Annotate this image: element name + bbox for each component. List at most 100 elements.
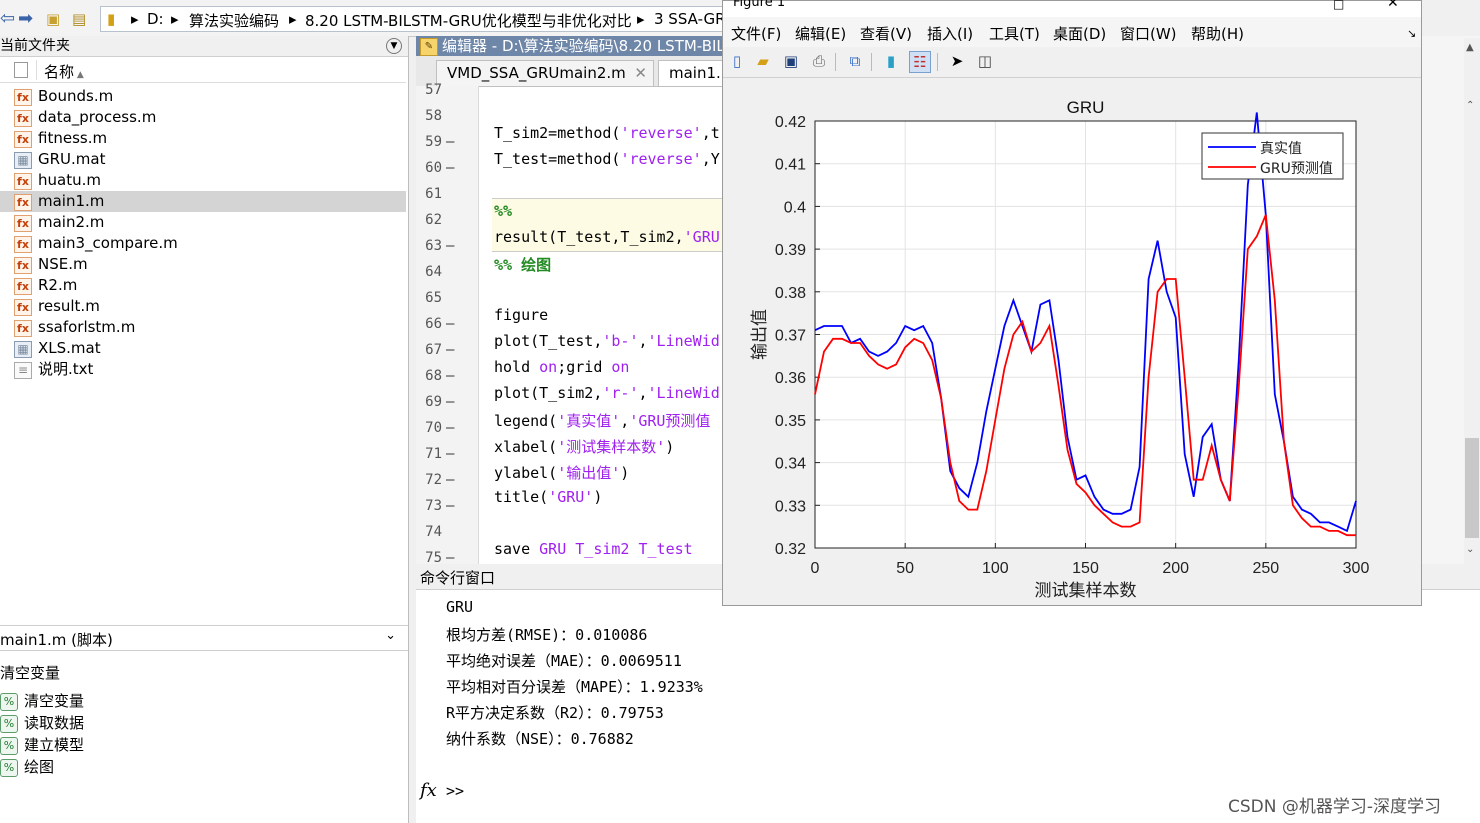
breakpoint-marker[interactable]: — — [446, 238, 454, 254]
line-chart[interactable]: 0.32 0.33 0.34 0.35 0.36 0.37 0.38 0.39 0.4 0.41 0… — [723, 77, 1421, 605]
breakpoint-marker[interactable]: — — [446, 160, 454, 176]
scroll-up-icon[interactable]: ▲ — [1466, 42, 1474, 53]
column-name-header[interactable]: 名称 ▲ — [44, 61, 84, 82]
line-number: 72 — [425, 472, 442, 488]
path-segment[interactable]: 8.20 LSTM-BILSTM-GRU优化模型与非优化对比 — [305, 10, 632, 31]
colorbar-icon[interactable]: ▮ — [881, 51, 901, 71]
breakpoint-marker[interactable]: — — [446, 420, 454, 436]
up-folder-icon[interactable]: ▣ — [46, 10, 60, 28]
menu-insert[interactable]: 插入(I) — [927, 23, 973, 44]
editor-scrollbar[interactable]: ▲ ⌃ ⌄ — [1422, 36, 1480, 564]
file-row[interactable]: ▦ XLS.mat — [0, 338, 406, 359]
breakpoint-marker[interactable]: — — [446, 316, 454, 332]
m-file-icon: fx — [14, 110, 32, 127]
tab-vmd-ssa-grumain2[interactable]: VMD_SSA_GRUmain2.m ✕ — [436, 60, 654, 86]
breakpoint-marker[interactable]: — — [446, 498, 454, 514]
section-label: 读取数据 — [24, 714, 85, 732]
command-output-line: 平均绝对误差（MAE）：0.0069511 — [446, 652, 682, 670]
file-row[interactable]: fx main1.m — [0, 191, 406, 212]
y-tick-label: 0.37 — [775, 328, 806, 345]
menu-help[interactable]: 帮助(H) — [1191, 23, 1244, 44]
panel-menu-icon[interactable]: ▼ — [386, 38, 402, 54]
menu-file[interactable]: 文件(F) — [731, 23, 781, 44]
scroll-up-icon[interactable]: ⌃ — [1466, 100, 1474, 111]
menu-tools[interactable]: 工具(T) — [989, 23, 1040, 44]
section-item[interactable]: % 绘图 — [0, 756, 400, 778]
file-row[interactable]: fx Bounds.m — [0, 86, 406, 107]
file-header-icon — [14, 62, 28, 78]
menu-view[interactable]: 查看(V) — [860, 23, 912, 44]
menu-edit[interactable]: 编辑(E) — [795, 23, 846, 44]
file-row[interactable]: fx ssaforlstm.m — [0, 317, 406, 338]
details-header[interactable]: main1.m (脚本) ⌄ — [0, 625, 408, 651]
line-number: 62 — [425, 212, 442, 228]
back-arrow-icon[interactable]: ⇦ — [0, 8, 15, 29]
file-row[interactable]: ≡ 说明.txt — [0, 359, 406, 380]
legend-toggle-icon[interactable]: ☷ — [909, 51, 931, 73]
y-tick-label: 0.32 — [775, 541, 806, 558]
section-icon: % — [0, 759, 18, 777]
line-number: 61 — [425, 186, 442, 202]
chevron-down-icon[interactable]: ⌄ — [385, 628, 396, 643]
breakpoint-marker[interactable]: — — [446, 134, 454, 150]
new-file-icon[interactable]: ▯ — [727, 51, 747, 71]
section-label: 建立模型 — [24, 736, 85, 754]
forward-arrow-icon[interactable]: ➡ — [18, 8, 33, 29]
section-item[interactable]: % 清空变量 — [0, 690, 400, 712]
file-row[interactable]: ▦ GRU.mat — [0, 149, 406, 170]
breakpoint-marker[interactable]: — — [446, 342, 454, 358]
file-row[interactable]: fx NSE.m — [0, 254, 406, 275]
property-icon[interactable]: ◫ — [975, 51, 995, 71]
address-bar[interactable]: ▮ ▸ D: ▸ 算法实验编码 ▸ 8.20 LSTM-BILSTM-GRU优化… — [100, 6, 726, 32]
path-separator: ▸ — [171, 10, 179, 28]
figure-window: Figure 1 □ ✕ 文件(F) 编辑(E) 查看(V) 插入(I) 工具(… — [722, 0, 1422, 606]
breakpoint-marker[interactable]: — — [446, 472, 454, 488]
dock-arrow-icon[interactable]: ↘ — [1407, 27, 1416, 40]
menu-desktop[interactable]: 桌面(D) — [1053, 23, 1106, 44]
breakpoint-marker[interactable]: — — [446, 446, 454, 462]
breakpoint-marker[interactable]: — — [446, 368, 454, 384]
scroll-track[interactable]: ▲ ⌃ ⌄ — [1464, 38, 1480, 564]
file-row[interactable]: fx main2.m — [0, 212, 406, 233]
tab-label: main1. — [669, 64, 721, 82]
line-number: 73 — [425, 498, 442, 514]
fx-icon[interactable]: fx — [420, 780, 437, 801]
open-folder-icon[interactable]: ▰ — [753, 51, 773, 71]
file-name: main2.m — [38, 213, 105, 231]
section-label: 绘图 — [24, 758, 55, 776]
path-segment[interactable]: D: — [147, 10, 164, 28]
pointer-icon[interactable]: ➤ — [947, 51, 967, 71]
breakpoint-marker[interactable]: — — [446, 550, 454, 566]
file-row[interactable]: fx result.m — [0, 296, 406, 317]
menu-window[interactable]: 窗口(W) — [1120, 23, 1177, 44]
path-segment[interactable]: 算法实验编码 — [189, 10, 279, 31]
path-separator: ▸ — [289, 10, 297, 28]
browse-folder-icon[interactable]: ▤ — [72, 10, 86, 28]
breakpoint-marker[interactable]: — — [446, 394, 454, 410]
path-segment[interactable]: 3 SSA-GR — [654, 10, 726, 28]
y-axis-label: 输出值 — [750, 309, 770, 360]
command-prompt[interactable]: >> — [446, 782, 464, 800]
section-item[interactable]: % 读取数据 — [0, 712, 400, 734]
x-tick-label: 250 — [1252, 560, 1279, 577]
file-row[interactable]: fx huatu.m — [0, 170, 406, 191]
save-icon[interactable]: ▣ — [781, 51, 801, 71]
print-icon[interactable]: ⎙ — [809, 51, 829, 71]
link-icon[interactable]: ⧉ — [845, 51, 865, 71]
x-tick-label: 150 — [1072, 560, 1099, 577]
close-icon[interactable]: ✕ — [1387, 0, 1399, 11]
scroll-down-icon[interactable]: ⌄ — [1466, 544, 1474, 555]
main-toolbar: ⇦ ➡ ▣ ▤ ▮ ▸ D: ▸ 算法实验编码 ▸ 8.20 LSTM-BILS… — [0, 0, 726, 37]
text-file-icon: ≡ — [14, 362, 32, 379]
code-line-60: T_test=method('reverse',Y — [494, 150, 720, 168]
file-row[interactable]: fx fitness.m — [0, 128, 406, 149]
maximize-icon[interactable]: □ — [1333, 0, 1344, 11]
close-icon[interactable]: ✕ — [634, 61, 647, 86]
line-number: 59 — [425, 134, 442, 150]
file-row[interactable]: fx main3_compare.m — [0, 233, 406, 254]
file-row[interactable]: fx data_process.m — [0, 107, 406, 128]
details-title: main1.m (脚本) — [0, 631, 113, 649]
file-row[interactable]: fx R2.m — [0, 275, 406, 296]
scroll-thumb[interactable] — [1465, 438, 1479, 538]
section-item[interactable]: % 建立模型 — [0, 734, 400, 756]
